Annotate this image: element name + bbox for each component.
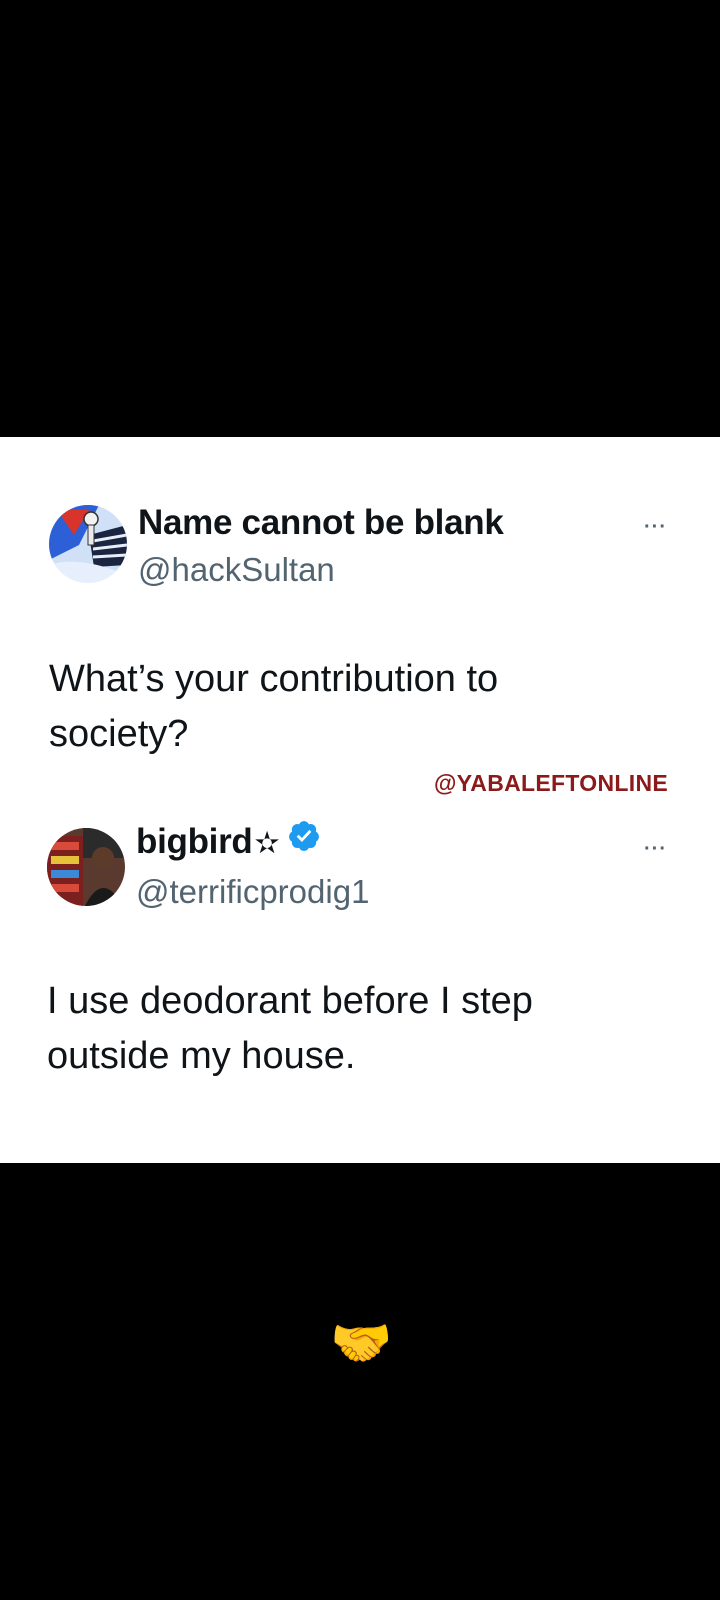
- display-name[interactable]: bigbird✫: [136, 819, 321, 862]
- tweet-text-line: outside my house.: [47, 1035, 356, 1077]
- avatar-terrificprodig1[interactable]: [47, 828, 125, 906]
- tweet-screenshot-card: Name cannot be blank @hackSultan ··· Wha…: [0, 437, 720, 1163]
- display-name[interactable]: Name cannot be blank: [138, 503, 504, 543]
- handshake-emoji-caption: 🤝: [330, 1315, 393, 1371]
- screen: Name cannot be blank @hackSultan ··· Wha…: [0, 0, 720, 1600]
- tweet-text: I use deodorant before I step outside my…: [47, 974, 667, 1084]
- avatar-hacksultan[interactable]: [49, 505, 127, 583]
- tweet-text-line: society?: [49, 713, 189, 755]
- tweet-text-line: I use deodorant before I step: [47, 980, 533, 1022]
- user-handle[interactable]: @hackSultan: [138, 551, 335, 589]
- avatar-photo-icon: [47, 828, 125, 906]
- star-icon: ✫: [254, 827, 280, 860]
- watermark: @YABALEFTONLINE: [434, 770, 668, 796]
- more-options-icon[interactable]: ···: [644, 839, 667, 859]
- tweet-text-line: What’s your contribution to: [49, 658, 499, 700]
- verified-badge-icon: [287, 819, 321, 862]
- more-options-icon[interactable]: ···: [644, 517, 667, 537]
- display-name-text: bigbird: [136, 822, 253, 861]
- user-handle[interactable]: @terrificprodig1: [136, 873, 369, 911]
- avatar-illustration-icon: [49, 505, 127, 583]
- tweet-text: What’s your contribution to society?: [49, 652, 669, 762]
